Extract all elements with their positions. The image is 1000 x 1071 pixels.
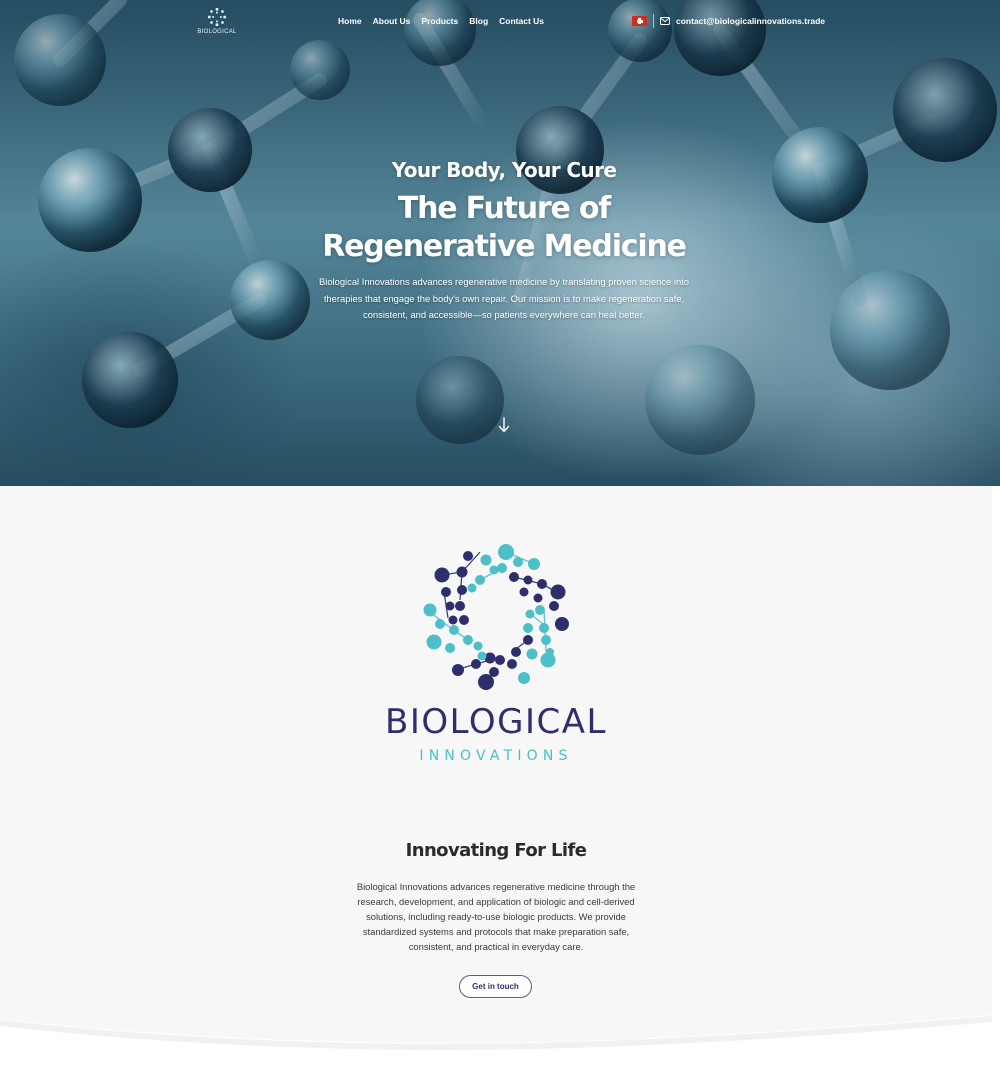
molecule-ring-logo-icon [423,544,569,690]
nav-contact-us[interactable]: Contact Us [499,16,544,26]
header-divider [653,14,654,28]
nav-about-us[interactable]: About Us [373,16,411,26]
main-nav: Home About Us Products Blog Contact Us [338,16,555,26]
hero-title-line-2: Regenerative Medicine [322,229,687,264]
header-logo-text: BIOLOGICAL [197,29,237,35]
section-divider-wave [0,1005,1000,1071]
hero-title: The Future of Regenerative Medicine [250,190,758,266]
nav-blog[interactable]: Blog [469,16,488,26]
arrow-down-icon[interactable] [496,416,512,434]
page-edge [992,486,1000,1071]
brand-subtitle: INNOVATIONS [419,748,573,764]
brand-name: BIOLOGICAL [385,702,607,742]
get-in-touch-button[interactable]: Get in touch [459,975,532,998]
swiss-flag-icon[interactable] [632,16,647,26]
header-email-link[interactable]: contact@biologicalinnovations.trade [676,16,825,26]
header-logo[interactable]: BIOLOGICAL [197,6,237,38]
nav-products[interactable]: Products [421,16,458,26]
about-title: Innovating For Life [405,840,587,861]
hero-title-line-1: The Future of [397,191,612,226]
hero-content: Your Body, Your Cure The Future of Regen… [250,156,758,324]
about-description: Biological Innovations advances regenera… [356,881,636,952]
hero-description: Biological Innovations advances regenera… [318,276,689,320]
envelope-icon [660,17,670,25]
nav-home[interactable]: Home [338,16,362,26]
header-contact: contact@biologicalinnovations.trade [632,14,825,28]
hero-kicker: Your Body, Your Cure [391,158,617,182]
molecule-ring-logo-icon [207,7,227,27]
hero-section: BIOLOGICAL Home About Us Products Blog C… [0,0,1000,486]
